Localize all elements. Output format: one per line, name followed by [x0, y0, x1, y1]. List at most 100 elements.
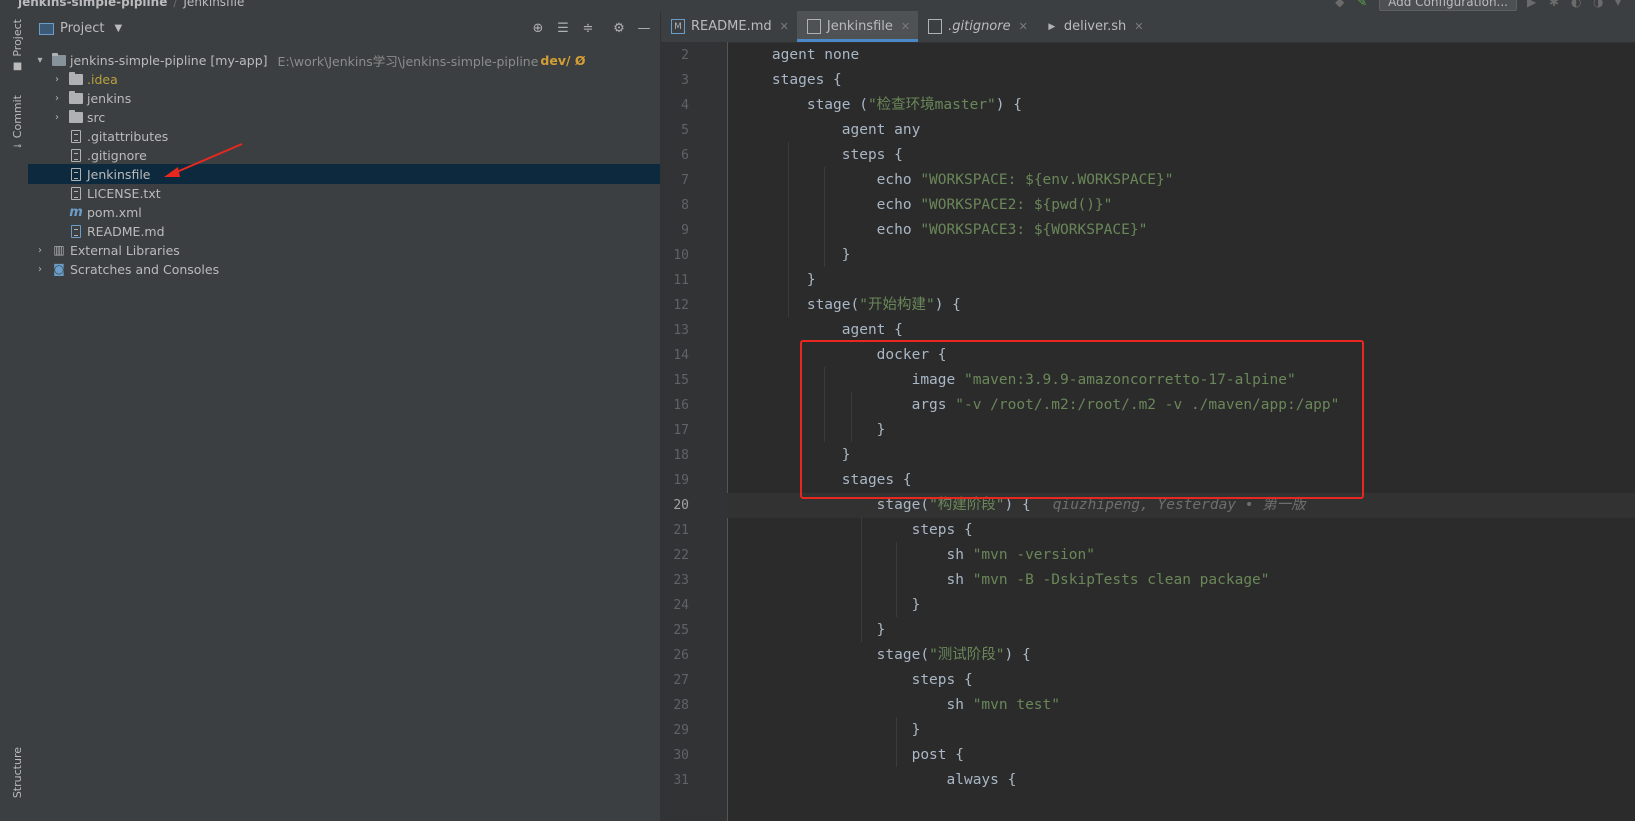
code-line[interactable]: always { [727, 768, 1635, 793]
debug-icon[interactable]: ✱ [1549, 0, 1561, 8]
project-view-icon [39, 22, 54, 35]
line-number: 24 [673, 598, 689, 613]
tree-item-pom[interactable]: m pom.xml [28, 202, 695, 222]
tree-item-scratches[interactable]: › ◙ Scratches and Consoles [28, 259, 666, 279]
code-line[interactable]: sh "mvn test" [727, 693, 1635, 718]
expand-all-icon[interactable]: ☰ [555, 20, 571, 36]
tree-item-gitignore[interactable]: .gitignore [28, 145, 695, 165]
commit-tool-tab[interactable]: Commit ⊸ [7, 95, 28, 152]
collapse-all-icon[interactable]: ≑ [580, 20, 596, 36]
code-line[interactable]: stage("开始构建") { [727, 293, 1635, 318]
code-line[interactable]: } [727, 618, 1635, 643]
line-number: 9 [681, 223, 689, 238]
commit-icon: ⊸ [13, 141, 22, 153]
run-icon[interactable]: ▶ [1527, 0, 1539, 8]
code-text: ) { [1004, 647, 1031, 663]
code-text: ) { [1004, 497, 1031, 513]
line-number: 8 [681, 198, 689, 213]
add-configuration-button[interactable]: Add Configuration... [1379, 0, 1517, 11]
chevron-right-icon[interactable]: › [34, 245, 46, 256]
profile-icon[interactable]: ◑ [1593, 0, 1605, 8]
tree-item-license[interactable]: LICENSE.txt [28, 183, 695, 203]
tree-item-src[interactable]: › src [28, 107, 683, 127]
tree-item-jenkinsfile[interactable]: Jenkinsfile [28, 164, 695, 184]
code-text: agent none [737, 47, 860, 63]
line-number: 2 [681, 48, 689, 63]
shell-icon: ▶ [1048, 21, 1056, 32]
tree-item-readme[interactable]: README.md [28, 221, 695, 241]
breadcrumb-file[interactable]: Jenkinsfile [183, 0, 244, 9]
chevron-right-icon[interactable]: › [51, 112, 63, 123]
code-area[interactable]: 2 3 4 5 6 7 8 9 10 11 12 13 14 15 16 17 18 19 20 21 22 23 24 25… [661, 42, 1635, 821]
line-number: 11 [673, 273, 689, 288]
scratch-icon: ◙ [53, 262, 65, 276]
code-line[interactable]: } [727, 718, 1635, 743]
code-line[interactable]: sh "mvn -version" [727, 543, 1635, 568]
close-icon[interactable]: ✕ [1019, 20, 1028, 33]
code-text: sh [737, 547, 973, 563]
code-line[interactable]: stage ("检查环境master") { [727, 93, 1635, 118]
tab-jenkinsfile[interactable]: Jenkinsfile ✕ [796, 11, 919, 42]
code-line[interactable]: } [727, 243, 1635, 268]
line-number: 13 [673, 323, 689, 338]
chevron-right-icon[interactable]: › [51, 74, 63, 85]
code-line[interactable]: post { [727, 743, 1635, 768]
code-line[interactable]: steps { [727, 518, 1635, 543]
code-string: "mvn test" [972, 697, 1061, 713]
file-icon [806, 19, 821, 34]
library-icon: ▥ [53, 243, 65, 257]
chevron-down-icon[interactable]: ▾ [34, 55, 46, 66]
code-line[interactable]: stages { [727, 68, 1635, 93]
line-number-gutter: 2 3 4 5 6 7 8 9 10 11 12 13 14 15 16 17 18 19 20 21 22 23 24 25… [661, 42, 728, 821]
code-line[interactable]: echo "WORKSPACE3: ${WORKSPACE}" [727, 218, 1635, 243]
line-number: 7 [681, 173, 689, 188]
line-number: 31 [673, 773, 689, 788]
close-icon[interactable]: ✕ [901, 20, 910, 33]
code-line[interactable]: steps { [727, 668, 1635, 693]
code-line[interactable]: steps { [727, 143, 1635, 168]
more-run-icon[interactable]: ▾ [1615, 0, 1627, 8]
breadcrumb-project[interactable]: jenkins-simple-pipline [18, 0, 167, 9]
tree-item-jenkins[interactable]: › jenkins [28, 88, 683, 108]
hide-icon[interactable]: — [636, 20, 652, 36]
indent-guide [788, 142, 789, 317]
line-number: 14 [673, 348, 689, 363]
code-line[interactable]: } [727, 268, 1635, 293]
line-number: 6 [681, 148, 689, 163]
tab-gitignore[interactable]: .gitignore ✕ [918, 11, 1036, 42]
highlight-box [800, 340, 1364, 499]
line-number: 20 [673, 498, 689, 513]
close-icon[interactable]: ✕ [780, 20, 789, 33]
code-text: agent any [737, 122, 921, 138]
tree-item-root[interactable]: ▾ jenkins-simple-pipline [my-app] E:\wor… [28, 50, 666, 70]
project-tool-tab[interactable]: Project ■ [7, 19, 28, 72]
user-icon[interactable]: ◆ [1335, 0, 1347, 8]
code-line[interactable]: stage("测试阶段") { [727, 643, 1635, 668]
tab-readme[interactable]: M README.md ✕ [661, 11, 797, 42]
close-icon[interactable]: ✕ [1134, 20, 1143, 33]
code-line[interactable]: agent any [727, 118, 1635, 143]
code-text: } [737, 597, 921, 613]
project-view-selector[interactable]: Project ▼ [39, 21, 122, 36]
tree-item-gitattributes[interactable]: .gitattributes [28, 126, 695, 146]
code-line[interactable]: echo "WORKSPACE2: ${pwd()}" [727, 193, 1635, 218]
locate-icon[interactable]: ⊕ [530, 20, 546, 36]
gear-icon[interactable]: ⚙ [611, 20, 627, 36]
chevron-right-icon[interactable]: › [34, 264, 46, 275]
code-text: echo [737, 172, 921, 188]
git-blame-hint: qiuzhipeng, Yesterday • 第一版 [1052, 497, 1306, 513]
code-line[interactable]: sh "mvn -B -DskipTests clean package" [727, 568, 1635, 593]
code-line[interactable]: echo "WORKSPACE: ${env.WORKSPACE}" [727, 168, 1635, 193]
tab-deliver-sh[interactable]: ▶ deliver.sh ✕ [1036, 11, 1152, 42]
line-number: 10 [673, 248, 689, 263]
coverage-icon[interactable]: ◐ [1571, 0, 1583, 8]
code-text: steps { [737, 147, 903, 163]
chevron-right-icon[interactable]: › [51, 93, 63, 104]
tree-item-external-libraries[interactable]: › ▥ External Libraries [28, 240, 666, 260]
build-hammer-icon[interactable]: ✎ [1357, 0, 1369, 8]
code-line[interactable]: } [727, 593, 1635, 618]
left-tool-strip: Project ■ Commit ⊸ Structure [7, 11, 29, 821]
code-line[interactable]: agent none [727, 43, 1635, 68]
tree-item-idea[interactable]: › .idea [28, 69, 683, 89]
structure-tool-tab[interactable]: Structure [7, 747, 28, 798]
